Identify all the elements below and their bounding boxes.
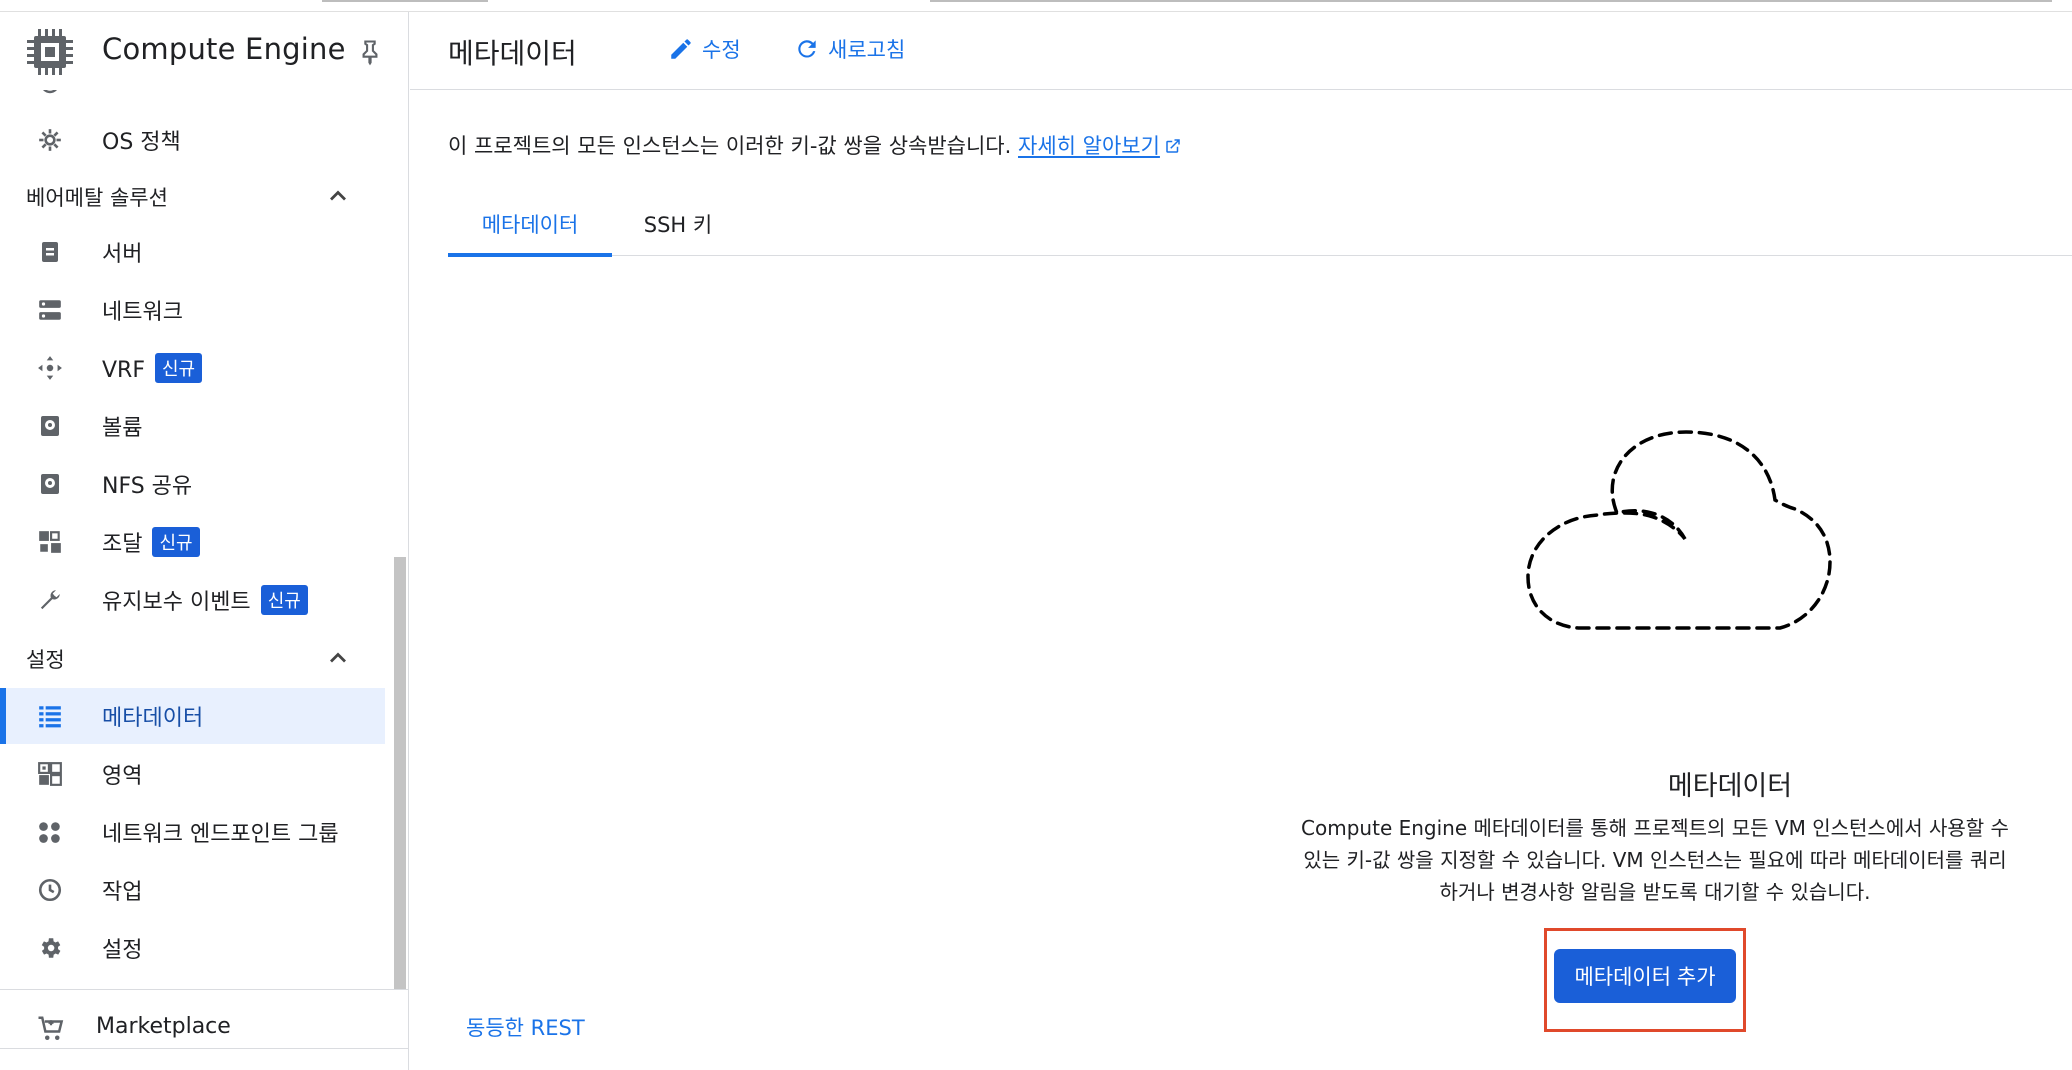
section-label: 베어메탈 솔루션 [26, 186, 168, 210]
empty-cloud-illustration [1526, 430, 1832, 630]
gear-policy-icon [36, 126, 64, 154]
sidebar-item-operations[interactable]: 작업 [0, 862, 385, 918]
procurement-icon [36, 528, 64, 556]
browser-top-strip [0, 0, 2072, 12]
refresh-icon [798, 40, 816, 58]
tab-metadata[interactable]: 메타데이터 [448, 192, 612, 257]
section-baremetal[interactable]: 베어메탈 솔루션 [0, 168, 385, 224]
edit-label: 수정 [702, 38, 741, 62]
cart-icon [36, 1014, 66, 1044]
empty-state-line: 있는 키-값 쌍을 지정할 수 있습니다. VM 인스턴스는 필요에 따라 메타… [1303, 848, 2007, 872]
wrench-icon [36, 586, 64, 614]
sidebar-item-label: 메타데이터 [102, 706, 204, 731]
sidebar-header: Compute Engine [0, 12, 408, 90]
sidebar-item-label: 유지보수 이벤트 신규 [102, 584, 308, 616]
server-icon [36, 238, 64, 266]
sidebar: OS 정책 베어메탈 솔루션 서버 네트워크 VRF 신규 볼륨 NFS 공유 … [0, 12, 409, 1070]
sidebar-item-label: 설정 [102, 938, 143, 963]
pin-icon[interactable] [356, 38, 384, 66]
zones-icon [36, 760, 64, 788]
sidebar-item-label: 작업 [102, 880, 143, 905]
inheritance-description: 이 프로젝트의 모든 인스턴스는 이러한 키-값 쌍을 상속받습니다. 자세히 … [448, 130, 1182, 160]
sidebar-item-label: 서버 [102, 242, 143, 267]
vrf-icon [36, 354, 64, 382]
sidebar-item-nfs[interactable]: NFS 공유 [0, 456, 385, 512]
endpoint-group-icon [36, 818, 64, 846]
sidebar-item-label: NFS 공유 [102, 474, 193, 499]
sidebar-item-os-policy[interactable]: OS 정책 [0, 112, 385, 168]
edit-button[interactable]: 수정 [668, 34, 741, 64]
sidebar-item-label: VRF 신규 [102, 353, 203, 383]
sidebar-item-server[interactable]: 서버 [0, 224, 385, 280]
marketplace-label: Marketplace [96, 1014, 231, 1039]
sidebar-item-network[interactable]: 네트워크 [0, 282, 385, 338]
main-content: 메타데이터 수정 새로고침 이 프로젝트의 모든 인스턴스는 이러한 키-값 쌍… [410, 12, 2072, 1070]
empty-state-line: 하거나 변경사항 알림을 받도록 대기할 수 있습니다. [1439, 880, 1871, 904]
network-icon [36, 296, 64, 324]
sidebar-item-settings[interactable]: 설정 [0, 920, 385, 976]
sidebar-item-label: 네트워크 엔드포인트 그룹 [102, 822, 339, 847]
sidebar-scrollbar[interactable] [394, 557, 406, 989]
sidebar-item-maintenance[interactable]: 유지보수 이벤트 신규 [0, 572, 385, 628]
top-strip-segment [322, 0, 488, 2]
metadata-list-icon [36, 702, 64, 730]
new-badge: 신규 [152, 527, 200, 557]
section-settings[interactable]: 설정 [0, 630, 385, 686]
empty-state-description: Compute Engine 메타데이터를 통해 프로젝트의 모든 VM 인스턴… [1270, 812, 2040, 908]
refresh-button[interactable]: 새로고침 [794, 34, 905, 64]
pencil-icon [671, 39, 691, 59]
divider [0, 989, 408, 990]
page-title: 메타데이터 [448, 37, 577, 70]
top-strip-segment [930, 0, 2052, 2]
divider [0, 1048, 408, 1049]
equivalent-rest-link[interactable]: 동등한 REST [466, 1012, 585, 1042]
sidebar-item-procurement[interactable]: 조달 신규 [0, 514, 385, 570]
app-title: Compute Engine [102, 32, 346, 66]
sidebar-item-label: 조달 신규 [102, 526, 200, 558]
description-text: 이 프로젝트의 모든 인스턴스는 이러한 키-값 쌍을 상속받습니다. [448, 134, 1012, 158]
empty-state-title: 메타데이터 [1667, 771, 1793, 802]
nfs-icon [36, 470, 64, 498]
sidebar-item-label: 영역 [102, 764, 143, 789]
add-metadata-button[interactable]: 메타데이터 추가 [1554, 949, 1736, 1003]
tab-ssh-keys[interactable]: SSH 키 [612, 192, 744, 256]
learn-more-link[interactable]: 자세히 알아보기 [1018, 134, 1160, 158]
sidebar-item-label: OS 정책 [102, 130, 181, 155]
chevron-up-icon [324, 182, 352, 210]
sidebar-item-volume[interactable]: 볼륨 [0, 398, 385, 454]
sidebar-item-endpoint-groups[interactable]: 네트워크 엔드포인트 그룹 [0, 804, 385, 860]
empty-state-line: Compute Engine 메타데이터를 통해 프로젝트의 모든 VM 인스턴… [1301, 816, 2009, 840]
section-label: 설정 [26, 648, 65, 672]
disk-icon [36, 412, 64, 440]
page-header: 메타데이터 수정 새로고침 [410, 12, 2072, 90]
sidebar-item-zones[interactable]: 영역 [0, 746, 385, 802]
new-badge: 신규 [155, 353, 203, 383]
sidebar-item-vrf[interactable]: VRF 신규 [0, 340, 385, 396]
chevron-up-icon [324, 644, 352, 672]
settings-icon [36, 934, 64, 962]
new-badge: 신규 [260, 585, 308, 615]
tab-bar: 메타데이터 SSH 키 [448, 192, 2072, 257]
sidebar-item-metadata[interactable]: 메타데이터 [0, 688, 385, 744]
external-link-icon [1166, 139, 1180, 153]
sidebar-item-label: 볼륨 [102, 416, 143, 441]
clock-icon [36, 876, 64, 904]
compute-engine-logo-icon [24, 26, 76, 78]
sidebar-item-label: 네트워크 [102, 300, 183, 325]
refresh-label: 새로고침 [828, 38, 906, 62]
